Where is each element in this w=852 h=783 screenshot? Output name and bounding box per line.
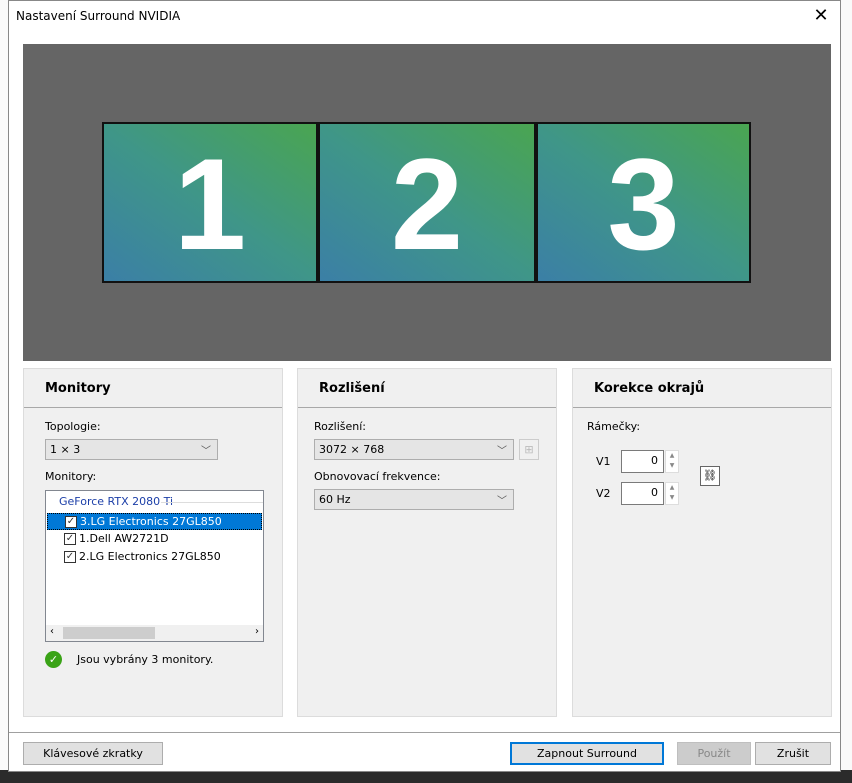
panel-heading: Korekce okrajů xyxy=(573,369,831,408)
list-item[interactable]: ✓ 3.LG Electronics 27GL850 xyxy=(47,513,262,530)
checkbox[interactable]: ✓ xyxy=(65,516,77,528)
monitor-list[interactable]: GeForce RTX 2080 Ti ✓ 3.LG Electronics 27… xyxy=(45,490,264,642)
apply-button[interactable]: Použít xyxy=(677,742,751,765)
v1-stepper[interactable]: ▲ ▼ xyxy=(665,450,679,473)
checkbox[interactable]: ✓ xyxy=(64,551,76,563)
surround-dialog: Nastavení Surround NVIDIA ✕ 1 2 3 Monito… xyxy=(8,0,841,772)
v2-stepper[interactable]: ▲ ▼ xyxy=(665,482,679,505)
monitor-tile-2[interactable]: 2 xyxy=(318,122,536,283)
panel-heading: Monitory xyxy=(24,369,282,408)
refresh-select[interactable]: 60 Hz ﹀ xyxy=(314,489,514,510)
chevron-down-icon: ﹀ xyxy=(497,496,507,507)
topology-select[interactable]: 1 × 3 ﹀ xyxy=(45,439,218,460)
scroll-right-icon[interactable]: › xyxy=(255,626,259,637)
checkbox[interactable]: ✓ xyxy=(64,533,76,545)
v2-input[interactable]: 0 xyxy=(621,482,664,505)
topology-value: 1 × 3 xyxy=(50,443,81,456)
shortcuts-button[interactable]: Klávesové zkratky xyxy=(23,742,163,765)
v2-label: V2 xyxy=(596,487,611,500)
link-icon[interactable]: ⛓ xyxy=(700,466,720,486)
v1-label: V1 xyxy=(596,455,611,468)
divider xyxy=(9,732,840,733)
scrollbar-thumb[interactable] xyxy=(63,627,155,639)
cancel-button[interactable]: Zrušit xyxy=(755,742,831,765)
topology-label: Topologie: xyxy=(45,420,101,433)
scroll-left-icon[interactable]: ‹ xyxy=(50,626,54,637)
resolution-panel: Rozlišení Rozlišení: 3072 × 768 ﹀ ⊞ Obnov… xyxy=(297,368,557,717)
panel-heading: Rozlišení xyxy=(298,369,556,408)
monitors-label: Monitory: xyxy=(45,470,97,483)
custom-resolution-icon[interactable]: ⊞ xyxy=(519,439,539,460)
bezels-label: Rámečky: xyxy=(587,420,641,433)
item-label: 3.LG Electronics 27GL850 xyxy=(80,515,222,528)
enable-surround-button[interactable]: Zapnout Surround xyxy=(510,742,664,765)
list-item[interactable]: ✓ 2.LG Electronics 27GL850 xyxy=(47,549,262,566)
chevron-down-icon: ﹀ xyxy=(497,446,507,457)
refresh-label: Obnovovací frekvence: xyxy=(314,470,441,483)
chevron-down-icon: ﹀ xyxy=(201,446,211,457)
window-title: Nastavení Surround NVIDIA xyxy=(16,9,181,23)
resolution-select[interactable]: 3072 × 768 ﹀ xyxy=(314,439,514,460)
list-item[interactable]: ✓ 1.Dell AW2721D xyxy=(47,531,262,548)
monitor-tile-3[interactable]: 3 xyxy=(536,122,751,283)
divider xyxy=(161,502,263,503)
horizontal-scrollbar[interactable]: ‹ › xyxy=(46,625,263,641)
display-preview: 1 2 3 xyxy=(23,44,831,361)
resolution-value: 3072 × 768 xyxy=(319,443,385,456)
monitor-tile-1[interactable]: 1 xyxy=(102,122,318,283)
monitors-panel: Monitory Topologie: 1 × 3 ﹀ Monitory: GeF… xyxy=(23,368,283,717)
checkmark-icon: ✓ xyxy=(45,651,62,668)
close-icon[interactable]: ✕ xyxy=(808,3,834,29)
status-text: Jsou vybrány 3 monitory. xyxy=(77,653,214,666)
item-label: 1.Dell AW2721D xyxy=(79,532,169,545)
bezel-panel: Korekce okrajů Rámečky: V1 0 ▲ ▼ V2 0 ▲ ▼ … xyxy=(572,368,832,717)
v1-input[interactable]: 0 xyxy=(621,450,664,473)
refresh-value: 60 Hz xyxy=(319,493,351,506)
item-label: 2.LG Electronics 27GL850 xyxy=(79,550,221,563)
gpu-group-label: GeForce RTX 2080 Ti xyxy=(59,495,174,508)
resolution-label: Rozlišení: xyxy=(314,420,366,433)
